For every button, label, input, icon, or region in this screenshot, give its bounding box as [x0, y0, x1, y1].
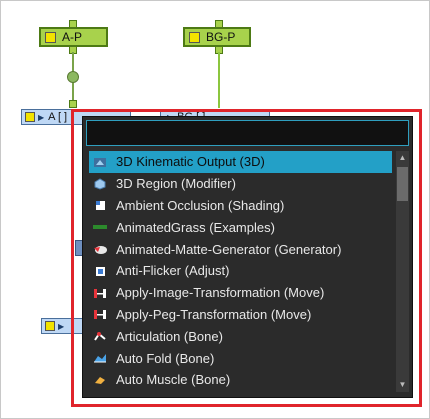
matte-generator-icon	[93, 243, 107, 255]
node-list[interactable]: 3D Kinematic Output (3D) 3D Region (Modi…	[89, 151, 392, 392]
auto-muscle-icon	[93, 374, 107, 386]
anti-flicker-icon	[93, 265, 107, 277]
peg-a-toggle-icon[interactable]	[45, 31, 56, 43]
scrollbar-thumb[interactable]	[397, 167, 408, 201]
peg-transform-icon	[93, 308, 107, 320]
scroll-down-icon[interactable]: ▼	[396, 378, 409, 392]
kinematic-output-icon	[93, 156, 107, 168]
list-item[interactable]: Animated-Matte-Generator (Generator)	[89, 238, 392, 260]
list-item[interactable]: Auto Fold (Bone)	[89, 347, 392, 369]
image-transform-icon	[93, 287, 107, 299]
list-item[interactable]: 3D Kinematic Output (3D)	[89, 151, 392, 173]
peg-node-a[interactable]: A-P	[39, 27, 108, 47]
auto-fold-icon	[93, 352, 107, 364]
wire-bg	[218, 52, 220, 108]
list-scrollbar[interactable]: ▲ ▼	[396, 151, 409, 392]
list-item[interactable]: AnimatedGrass (Examples)	[89, 216, 392, 238]
list-item[interactable]: Apply-Image-Transformation (Move)	[89, 282, 392, 304]
node-a-label: A [ ]	[48, 111, 68, 123]
node-a-input-port[interactable]	[69, 100, 77, 108]
wire-knot-icon[interactable]	[67, 71, 79, 83]
composite-toggle-icon[interactable]	[45, 321, 55, 331]
list-item[interactable]: Ambient Occlusion (Shading)	[89, 195, 392, 217]
node-a-toggle-icon[interactable]	[25, 112, 35, 122]
composite-play-icon[interactable]: ▶	[58, 322, 64, 331]
composite-node[interactable]: ▶	[41, 318, 83, 334]
list-item[interactable]: Anti-Flicker (Adjust)	[89, 260, 392, 282]
ambient-occlusion-icon	[93, 199, 107, 211]
peg-bg-label: BG-P	[206, 30, 236, 44]
peg-bg-toggle-icon[interactable]	[189, 31, 200, 43]
peg-a-label: A-P	[62, 30, 83, 44]
grass-icon	[93, 221, 107, 233]
node-search-popup[interactable]: 3D Kinematic Output (3D) 3D Region (Modi…	[82, 116, 413, 398]
scroll-up-icon[interactable]: ▲	[396, 151, 409, 165]
articulation-icon	[93, 330, 107, 342]
list-item[interactable]: Articulation (Bone)	[89, 325, 392, 347]
region-icon	[93, 178, 107, 190]
node-a-play-icon[interactable]: ▶	[38, 113, 44, 122]
peg-node-bg[interactable]: BG-P	[183, 27, 251, 47]
node-search-input[interactable]	[86, 120, 409, 146]
list-item[interactable]: Auto Muscle (Bone)	[89, 369, 392, 391]
list-item[interactable]: 3D Region (Modifier)	[89, 173, 392, 195]
list-item[interactable]: Apply-Peg-Transformation (Move)	[89, 304, 392, 326]
